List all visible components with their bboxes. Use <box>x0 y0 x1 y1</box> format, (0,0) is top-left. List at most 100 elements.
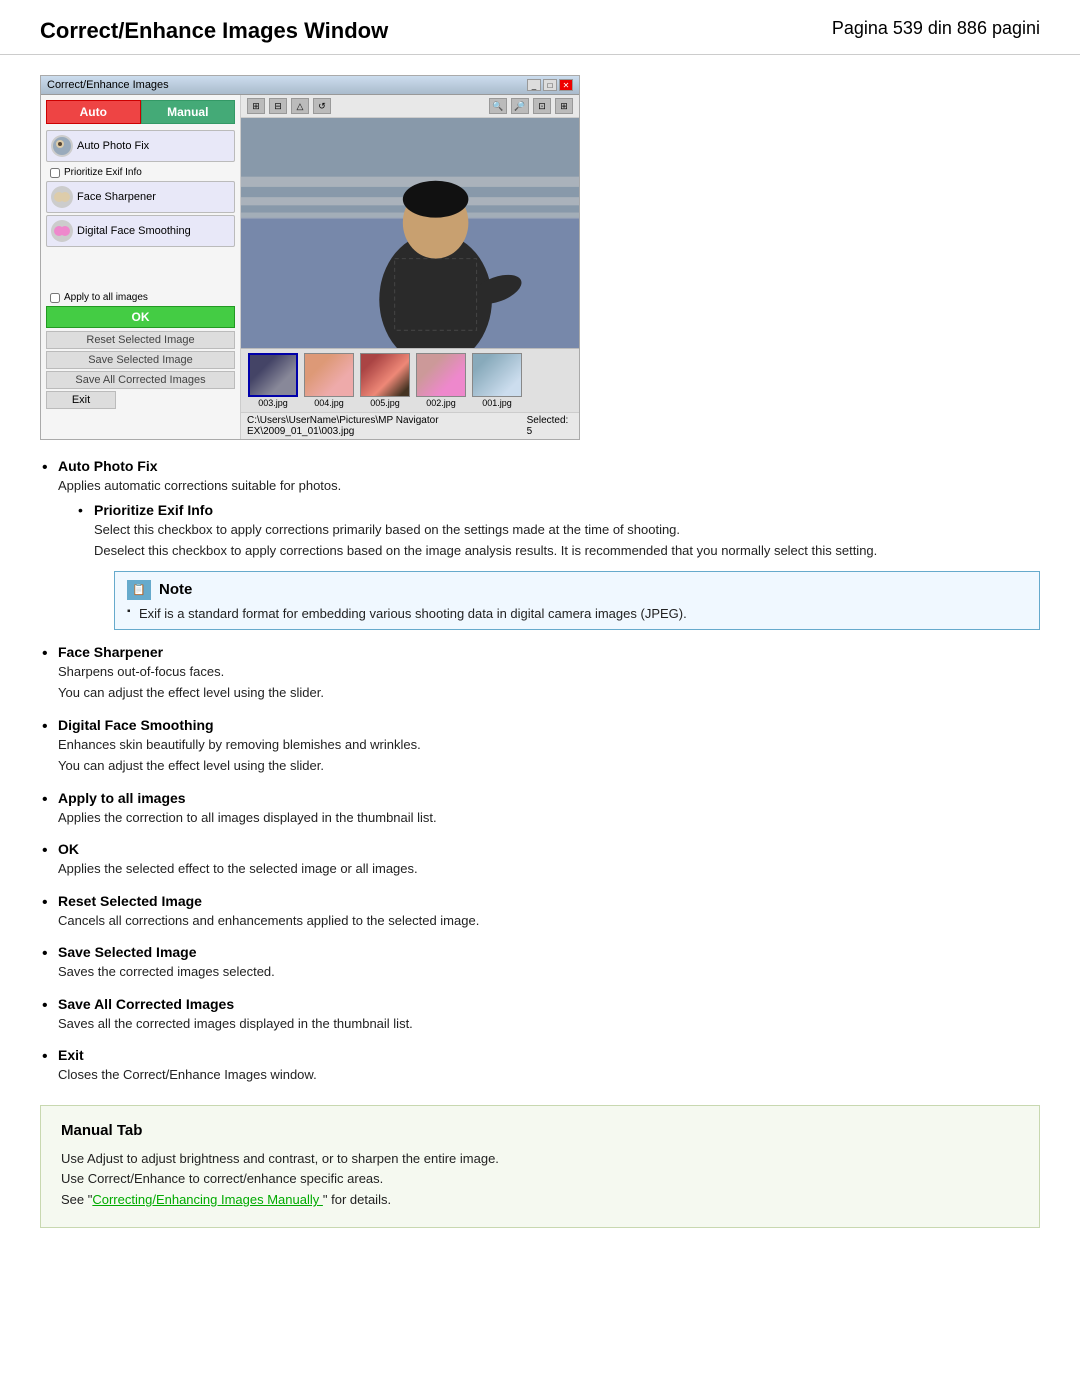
toolbar-icon-3[interactable]: △ <box>291 98 309 114</box>
thumb-label-1: 003.jpg <box>258 398 288 408</box>
page-number: Pagina 539 din 886 pagini <box>832 18 1040 39</box>
prioritize-exif-desc1: Select this checkbox to apply correction… <box>94 520 1040 540</box>
window-screenshot: Correct/Enhance Images _ □ ✕ Auto Manual… <box>40 75 580 440</box>
auto-photo-fix-title: Auto Photo Fix <box>58 458 158 474</box>
auto-photo-fix-icon <box>51 135 73 157</box>
main-image-area <box>241 118 579 348</box>
manual-tab-desc3: See "Correcting/Enhancing Images Manuall… <box>61 1190 1019 1211</box>
note-box: 📋 Note Exif is a standard format for emb… <box>114 571 1040 630</box>
toolbar-icon-2[interactable]: ⊟ <box>269 98 287 114</box>
thumb-label-5: 001.jpg <box>482 398 512 408</box>
thumb-3[interactable]: 005.jpg <box>359 353 411 408</box>
digital-face-smoothing-label: Digital Face Smoothing <box>77 225 191 237</box>
face-sharpener-doc-title: Face Sharpener <box>58 644 163 660</box>
auto-tab[interactable]: Auto <box>46 100 141 124</box>
thumb-5[interactable]: 001.jpg <box>471 353 523 408</box>
apply-all-checkbox[interactable] <box>50 293 60 303</box>
doc-item-ok: OK Applies the selected effect to the se… <box>40 841 1040 879</box>
thumb-img-2 <box>304 353 354 397</box>
ok-doc-title: OK <box>58 841 79 857</box>
save-selected-desc: Saves the corrected images selected. <box>58 962 1040 982</box>
manual-tab-desc2: Use Correct/Enhance to correct/enhance s… <box>61 1169 1019 1190</box>
auto-photo-fix-row[interactable]: Auto Photo Fix <box>46 130 235 162</box>
note-header: 📋 Note <box>127 580 1027 600</box>
toolbar-icon-4[interactable]: ↺ <box>313 98 331 114</box>
apply-all-row[interactable]: Apply to all images <box>46 289 235 306</box>
window-body: Auto Manual Auto Photo Fix Prioritize Ex… <box>41 95 579 439</box>
save-all-button[interactable]: Save All Corrected Images <box>46 371 235 389</box>
face-sharpener-row[interactable]: Face Sharpener <box>46 181 235 213</box>
thumb-label-3: 005.jpg <box>370 398 400 408</box>
face-sharpener-desc2: You can adjust the effect level using th… <box>58 683 1040 703</box>
thumb-4[interactable]: 002.jpg <box>415 353 467 408</box>
thumb-1[interactable]: 003.jpg <box>247 353 299 408</box>
prioritize-exif-desc2: Deselect this checkbox to apply correcti… <box>94 541 1040 561</box>
manual-tab-btn[interactable]: Manual <box>141 100 236 124</box>
toolbar-icon-1[interactable]: ⊞ <box>247 98 265 114</box>
left-panel: Auto Manual Auto Photo Fix Prioritize Ex… <box>41 95 241 439</box>
digital-face-smoothing-row[interactable]: Digital Face Smoothing <box>46 215 235 247</box>
prioritize-exif-row[interactable]: Prioritize Exif Info <box>46 164 235 181</box>
ok-button[interactable]: OK <box>46 306 235 328</box>
auto-photo-fix-label: Auto Photo Fix <box>77 140 149 152</box>
prioritize-exif-title: Prioritize Exif Info <box>94 502 213 518</box>
save-selected-doc-title: Save Selected Image <box>58 944 197 960</box>
window-title-text: Correct/Enhance Images <box>47 79 169 91</box>
thumb-img-3 <box>360 353 410 397</box>
manual-tab-desc1: Use Adjust to adjust brightness and cont… <box>61 1149 1019 1170</box>
note-item-exif: Exif is a standard format for embedding … <box>127 606 1027 621</box>
reset-desc: Cancels all corrections and enhancements… <box>58 911 1040 931</box>
apply-all-label: Apply to all images <box>64 292 148 303</box>
page-title: Correct/Enhance Images Window <box>40 18 388 44</box>
zoom-out-icon[interactable]: 🔎 <box>511 98 529 114</box>
zoom-in-icon[interactable]: 🔍 <box>489 98 507 114</box>
grid-icon[interactable]: ⊞ <box>555 98 573 114</box>
manual-tab-section-title: Manual Tab <box>61 1122 1019 1139</box>
content-area: Correct/Enhance Images _ □ ✕ Auto Manual… <box>0 55 1080 1258</box>
spacer1 <box>46 249 235 289</box>
fit-icon[interactable]: ⊡ <box>533 98 551 114</box>
save-selected-button[interactable]: Save Selected Image <box>46 351 235 369</box>
thumb-img-5 <box>472 353 522 397</box>
save-all-desc: Saves all the corrected images displayed… <box>58 1014 1040 1034</box>
minimize-button[interactable]: _ <box>527 79 541 91</box>
face-sharpener-label: Face Sharpener <box>77 191 156 203</box>
doc-item-digital-face-smoothing: Digital Face Smoothing Enhances skin bea… <box>40 717 1040 776</box>
close-button[interactable]: ✕ <box>559 79 573 91</box>
exit-button[interactable]: Exit <box>46 391 116 409</box>
statusbar: C:\Users\UserName\Pictures\MP Navigator … <box>241 412 579 439</box>
digital-face-smoothing-icon <box>51 220 73 242</box>
doc-subitem-prioritize-exif: Prioritize Exif Info Select this checkbo… <box>78 502 1040 630</box>
digital-face-smoothing-desc2: You can adjust the effect level using th… <box>58 756 1040 776</box>
save-all-doc-title: Save All Corrected Images <box>58 996 234 1012</box>
right-panel: ⊞ ⊟ △ ↺ 🔍 🔎 ⊡ ⊞ <box>241 95 579 439</box>
doc-item-exit: Exit Closes the Correct/Enhance Images w… <box>40 1047 1040 1085</box>
window-controls: _ □ ✕ <box>527 79 573 91</box>
auto-photo-fix-subitems: Prioritize Exif Info Select this checkbo… <box>58 502 1040 630</box>
doc-item-save-selected: Save Selected Image Saves the corrected … <box>40 944 1040 982</box>
manual-tab-section: Manual Tab Use Adjust to adjust brightne… <box>40 1105 1040 1228</box>
thumb-2[interactable]: 004.jpg <box>303 353 355 408</box>
reset-doc-title: Reset Selected Image <box>58 893 202 909</box>
apply-all-doc-title: Apply to all images <box>58 790 186 806</box>
doc-item-face-sharpener: Face Sharpener Sharpens out-of-focus fac… <box>40 644 1040 703</box>
prioritize-exif-label: Prioritize Exif Info <box>64 167 142 178</box>
manual-link[interactable]: Correcting/Enhancing Images Manually <box>92 1192 323 1207</box>
statusbar-path: C:\Users\UserName\Pictures\MP Navigator … <box>247 415 527 437</box>
thumb-label-2: 004.jpg <box>314 398 344 408</box>
page-header: Correct/Enhance Images Window Pagina 539… <box>0 0 1080 55</box>
prioritize-exif-checkbox[interactable] <box>50 168 60 178</box>
thumbnail-strip: 003.jpg 004.jpg 005.jpg 002.jpg <box>241 348 579 412</box>
exit-doc-title: Exit <box>58 1047 84 1063</box>
note-title: Note <box>159 581 192 598</box>
auto-photo-fix-desc: Applies automatic corrections suitable f… <box>58 476 1040 496</box>
thumb-img-1 <box>248 353 298 397</box>
reset-button[interactable]: Reset Selected Image <box>46 331 235 349</box>
thumb-label-4: 002.jpg <box>426 398 456 408</box>
window-titlebar: Correct/Enhance Images _ □ ✕ <box>41 76 579 95</box>
digital-face-smoothing-doc-title: Digital Face Smoothing <box>58 717 214 733</box>
apply-all-desc: Applies the correction to all images dis… <box>58 808 1040 828</box>
doc-item-reset: Reset Selected Image Cancels all correct… <box>40 893 1040 931</box>
doc-item-apply-all: Apply to all images Applies the correcti… <box>40 790 1040 828</box>
maximize-button[interactable]: □ <box>543 79 557 91</box>
